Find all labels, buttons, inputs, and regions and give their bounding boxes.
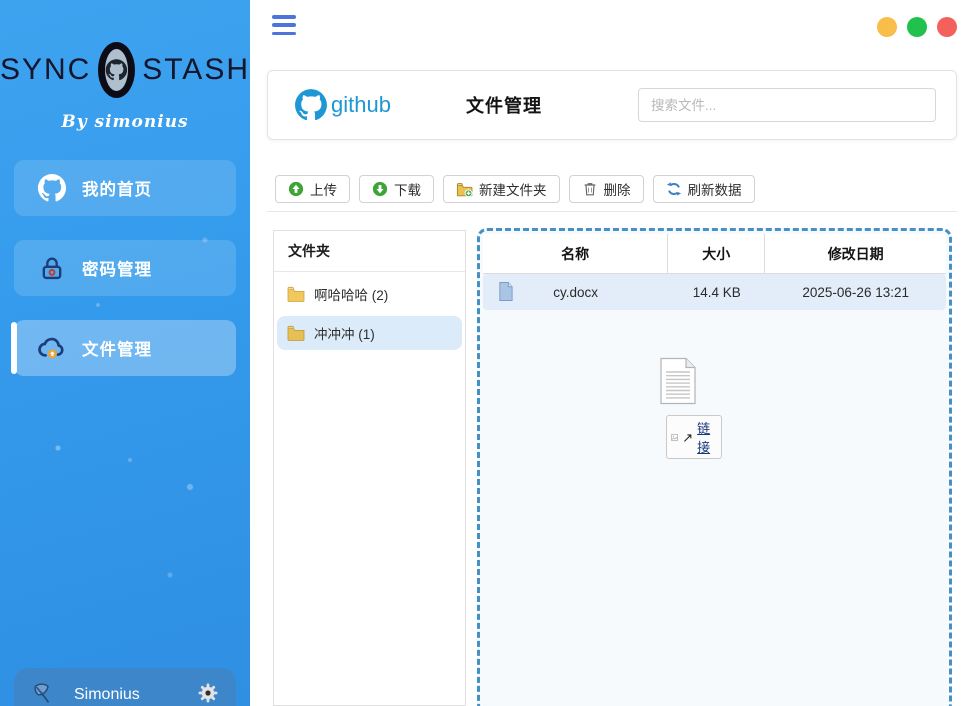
brand-text: github [331, 92, 391, 118]
sidebar-item-files[interactable]: 文件管理 [14, 320, 236, 376]
sidebar-item-label: 文件管理 [82, 336, 152, 360]
github-brand[interactable]: github [294, 71, 391, 139]
table-row[interactable]: cy.docx 14.4 KB 2025-06-26 13:21 [483, 274, 946, 310]
column-header-size[interactable]: 大小 [668, 234, 765, 273]
folder-panel-title: 文件夹 [274, 231, 465, 272]
menu-toggle-icon[interactable] [272, 15, 296, 35]
document-preview-icon [658, 357, 698, 405]
button-label: 下载 [394, 179, 421, 199]
folder-icon [287, 286, 305, 302]
download-icon [372, 181, 388, 197]
file-preview: ↗ 链接 [635, 357, 721, 459]
folder-label: 冲冲冲 (1) [314, 323, 375, 343]
delete-button[interactable]: 删除 [569, 175, 644, 203]
folder-label: 啊哈哈哈 (2) [314, 284, 388, 304]
upload-button[interactable]: 上传 [275, 175, 350, 203]
button-label: 刷新数据 [688, 179, 742, 199]
close-button[interactable] [937, 17, 957, 37]
upload-icon [288, 181, 304, 197]
file-modified: 2025-06-26 13:21 [765, 274, 946, 310]
column-header-name[interactable]: 名称 [483, 234, 668, 273]
search-input[interactable] [638, 88, 936, 122]
header-card: github 文件管理 [267, 70, 957, 140]
refresh-icon [666, 181, 682, 197]
column-header-modified[interactable]: 修改日期 [765, 234, 946, 273]
logo-text-right: STASH [142, 53, 250, 87]
window-controls [877, 17, 957, 37]
refresh-button[interactable]: 刷新数据 [653, 175, 755, 203]
quill-icon [30, 679, 58, 706]
file-name: cy.docx [553, 285, 598, 300]
folder-item[interactable]: 啊哈哈哈 (2) [277, 277, 462, 311]
toolbar: 上传 下载 新建文件夹 删除 [275, 175, 755, 203]
file-drop-zone[interactable]: 名称 大小 修改日期 cy.docx 14.4 KB 2025-06-26 13… [477, 228, 952, 706]
lock-icon [36, 252, 68, 284]
folder-icon [287, 325, 305, 341]
page-title: 文件管理 [466, 71, 542, 139]
main-area: github 文件管理 上传 下载 新建文件 [250, 0, 966, 706]
broken-image-icon [671, 432, 678, 443]
gear-icon[interactable] [196, 681, 220, 706]
github-icon [294, 88, 328, 122]
external-arrow-icon: ↗ [682, 431, 693, 444]
trash-icon [582, 181, 598, 197]
file-icon [497, 281, 514, 305]
octocat-icon [36, 172, 68, 204]
button-label: 新建文件夹 [479, 179, 547, 199]
download-button[interactable]: 下载 [359, 175, 434, 203]
button-label: 上传 [310, 179, 337, 199]
user-box[interactable]: Simonius [14, 668, 236, 706]
new-folder-button[interactable]: 新建文件夹 [443, 175, 560, 203]
sidebar-item-home[interactable]: 我的首页 [14, 160, 236, 216]
new-folder-icon [456, 181, 473, 198]
maximize-button[interactable] [907, 17, 927, 37]
sidebar: SYNC STASH By simonius 我的首页 密码管理 [0, 0, 250, 706]
open-link-button[interactable]: ↗ 链接 [666, 415, 722, 459]
logo-text-left: SYNC [0, 53, 91, 87]
sidebar-item-label: 密码管理 [82, 256, 152, 280]
folder-panel: 文件夹 啊哈哈哈 (2) 冲冲冲 (1) [273, 230, 466, 706]
cat-avatar-icon [98, 42, 135, 98]
file-size: 14.4 KB [668, 274, 765, 310]
divider [267, 211, 957, 212]
user-name: Simonius [74, 686, 180, 704]
button-label: 删除 [604, 179, 631, 199]
sidebar-item-label: 我的首页 [82, 176, 152, 200]
minimize-button[interactable] [877, 17, 897, 37]
app-logo: SYNC STASH [0, 42, 250, 98]
file-table: 名称 大小 修改日期 cy.docx 14.4 KB 2025-06-26 13… [483, 234, 946, 310]
folder-item-selected[interactable]: 冲冲冲 (1) [277, 316, 462, 350]
table-header: 名称 大小 修改日期 [483, 234, 946, 274]
sidebar-item-passwords[interactable]: 密码管理 [14, 240, 236, 296]
link-label: 链接 [697, 418, 714, 456]
cloud-upload-icon [36, 332, 68, 364]
logo-byline: By simonius [0, 112, 250, 132]
